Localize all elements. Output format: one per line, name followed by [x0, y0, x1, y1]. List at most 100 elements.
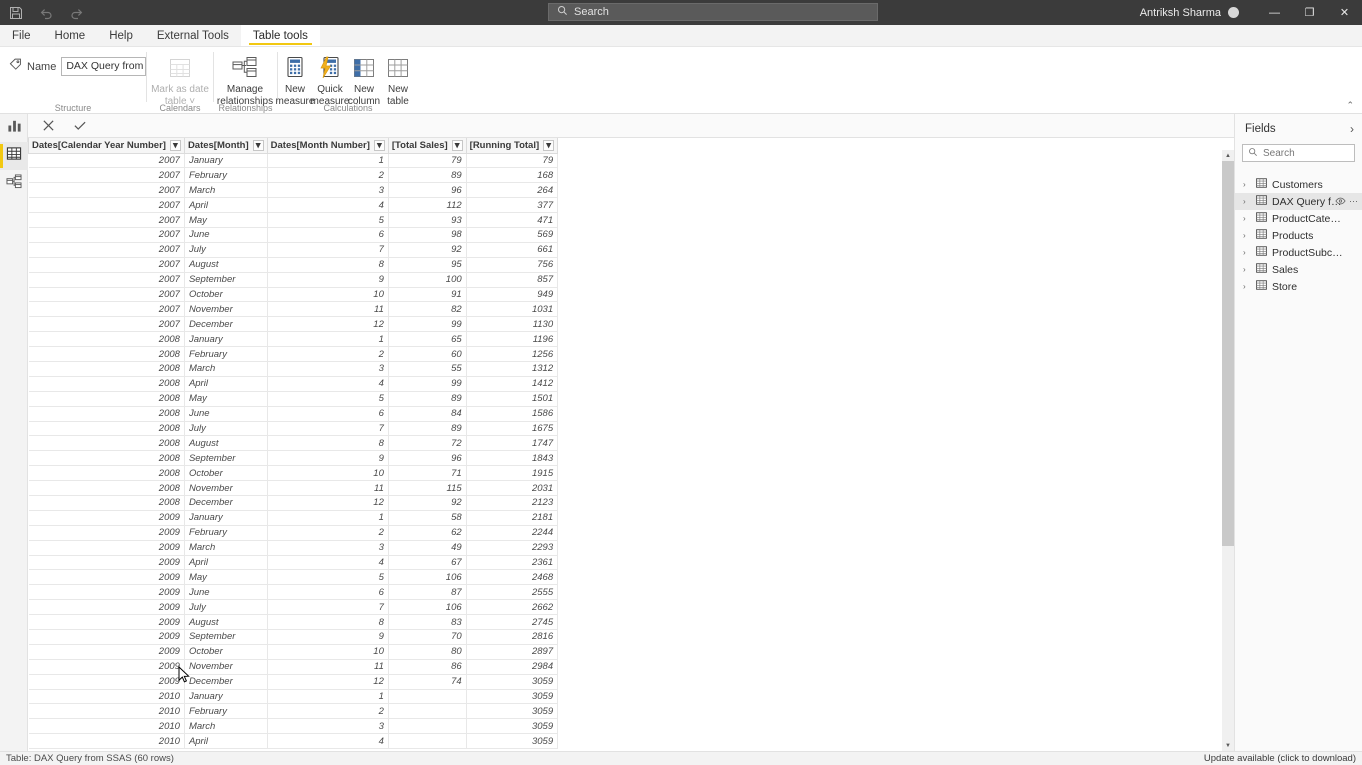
table-cell[interactable]: 6	[267, 227, 389, 243]
table-cell[interactable]: 99	[388, 316, 467, 333]
table-row[interactable]: 2007 September 9 100 857	[28, 272, 1235, 288]
tab-home[interactable]: Home	[43, 25, 98, 46]
new-table-button[interactable]: New table	[381, 51, 415, 107]
fields-search-input[interactable]: Search	[1242, 144, 1355, 162]
table-cell[interactable]: 67	[388, 555, 467, 571]
table-cell[interactable]: August	[184, 435, 268, 452]
table-cell[interactable]: 71	[388, 465, 467, 482]
table-cell[interactable]: 2816	[466, 629, 559, 645]
global-search-box[interactable]: Search	[548, 3, 878, 21]
table-cell[interactable]: 4	[267, 197, 389, 214]
table-cell[interactable]: 2662	[466, 599, 559, 616]
table-cell[interactable]: 95	[388, 257, 467, 273]
table-cell[interactable]: 112	[388, 197, 467, 214]
table-cell[interactable]: 89	[388, 421, 467, 437]
table-cell[interactable]: 2	[267, 525, 389, 541]
table-cell[interactable]: April	[184, 555, 268, 571]
avatar[interactable]	[1228, 7, 1239, 18]
table-row[interactable]: 2010 February 2 3059	[28, 703, 1235, 720]
table-cell[interactable]: March	[184, 540, 268, 556]
table-cell[interactable]: 2010	[28, 689, 185, 705]
table-cell[interactable]: 2008	[28, 495, 185, 511]
table-cell[interactable]: 11	[267, 480, 389, 496]
fields-item-productcategory[interactable]: › ProductCategory	[1235, 210, 1362, 227]
table-cell[interactable]: June	[184, 227, 268, 243]
table-cell[interactable]: October	[184, 287, 268, 303]
table-cell[interactable]: 9	[267, 450, 389, 467]
table-cell[interactable]: 377	[466, 197, 559, 214]
table-cell[interactable]: 2361	[466, 555, 559, 571]
eye-icon[interactable]	[1335, 197, 1346, 207]
chevron-right-icon[interactable]: ›	[1243, 248, 1251, 257]
table-row[interactable]: 2008 January 1 65 1196	[28, 331, 1235, 348]
table-cell[interactable]: June	[184, 406, 268, 422]
table-row[interactable]: 2007 July 7 92 661	[28, 242, 1235, 258]
table-cell[interactable]	[388, 689, 467, 705]
table-cell[interactable]: 2008	[28, 406, 185, 422]
table-row[interactable]: 2010 March 3 3059	[28, 718, 1235, 735]
table-cell[interactable]	[388, 703, 467, 720]
table-row[interactable]: 2008 October 10 71 1915	[28, 465, 1235, 482]
table-cell[interactable]: 2984	[466, 659, 559, 675]
table-row[interactable]: 2007 December 12 99 1130	[28, 316, 1235, 333]
table-cell[interactable]	[388, 733, 467, 750]
table-cell[interactable]: 96	[388, 450, 467, 467]
table-cell[interactable]: 6	[267, 406, 389, 422]
table-row[interactable]: 2009 June 6 87 2555	[28, 584, 1235, 601]
tab-external-tools[interactable]: External Tools	[145, 25, 241, 46]
model-view-button[interactable]	[0, 170, 28, 198]
update-available-link[interactable]: Update available (click to download)	[1204, 753, 1356, 764]
table-cell[interactable]: 2009	[28, 614, 185, 630]
table-cell[interactable]: 3	[267, 540, 389, 556]
table-row[interactable]: 2008 July 7 89 1675	[28, 421, 1235, 437]
table-cell[interactable]: 2008	[28, 346, 185, 362]
chevron-right-icon[interactable]: ›	[1243, 265, 1251, 274]
table-cell[interactable]: 949	[466, 287, 559, 303]
scroll-down-arrow-icon[interactable]: ▼	[1222, 740, 1234, 751]
table-cell[interactable]: 1747	[466, 435, 559, 452]
undo-icon[interactable]	[38, 5, 54, 21]
table-cell[interactable]: 7	[267, 421, 389, 437]
table-cell[interactable]: 2009	[28, 555, 185, 571]
table-cell[interactable]: 93	[388, 212, 467, 228]
table-cell[interactable]: 857	[466, 272, 559, 288]
chevron-right-icon[interactable]: ›	[1243, 180, 1251, 189]
table-cell[interactable]: August	[184, 614, 268, 630]
table-cell[interactable]: 2007	[28, 153, 185, 169]
table-cell[interactable]: 2009	[28, 629, 185, 645]
table-cell[interactable]: 55	[388, 361, 467, 377]
table-cell[interactable]: 89	[388, 391, 467, 407]
table-cell[interactable]: 1	[267, 153, 389, 169]
table-cell[interactable]: April	[184, 376, 268, 392]
table-row[interactable]: 2008 June 6 84 1586	[28, 406, 1235, 422]
table-cell[interactable]: February	[184, 525, 268, 541]
table-cell[interactable]: September	[184, 450, 268, 467]
table-cell[interactable]: May	[184, 212, 268, 228]
table-cell[interactable]: 2010	[28, 733, 185, 750]
table-cell[interactable]: 9	[267, 629, 389, 645]
table-cell[interactable]: 2007	[28, 197, 185, 214]
table-cell[interactable]: 10	[267, 287, 389, 303]
table-row[interactable]: 2010 April 4 3059	[28, 733, 1235, 750]
table-cell[interactable]: 2009	[28, 584, 185, 601]
table-cell[interactable]: July	[184, 242, 268, 258]
table-cell[interactable]: 3	[267, 182, 389, 199]
table-cell[interactable]: 5	[267, 212, 389, 228]
table-cell[interactable]: 2009	[28, 525, 185, 541]
table-cell[interactable]: 2008	[28, 331, 185, 348]
table-cell[interactable]: May	[184, 569, 268, 586]
table-cell[interactable]: 2555	[466, 584, 559, 601]
table-row[interactable]: 2007 April 4 112 377	[28, 197, 1235, 214]
table-cell[interactable]: 9	[267, 272, 389, 288]
fields-item-products[interactable]: › Products	[1235, 227, 1362, 244]
table-cell[interactable]: 62	[388, 525, 467, 541]
table-cell[interactable]: January	[184, 510, 268, 526]
table-cell[interactable]: 12	[267, 316, 389, 333]
table-cell[interactable]: 82	[388, 301, 467, 318]
table-cell[interactable]: December	[184, 316, 268, 333]
table-cell[interactable]: 2	[267, 167, 389, 184]
table-row[interactable]: 2008 September 9 96 1843	[28, 450, 1235, 467]
tab-help[interactable]: Help	[97, 25, 145, 46]
table-cell[interactable]: 2010	[28, 703, 185, 720]
table-cell[interactable]: 2009	[28, 644, 185, 660]
